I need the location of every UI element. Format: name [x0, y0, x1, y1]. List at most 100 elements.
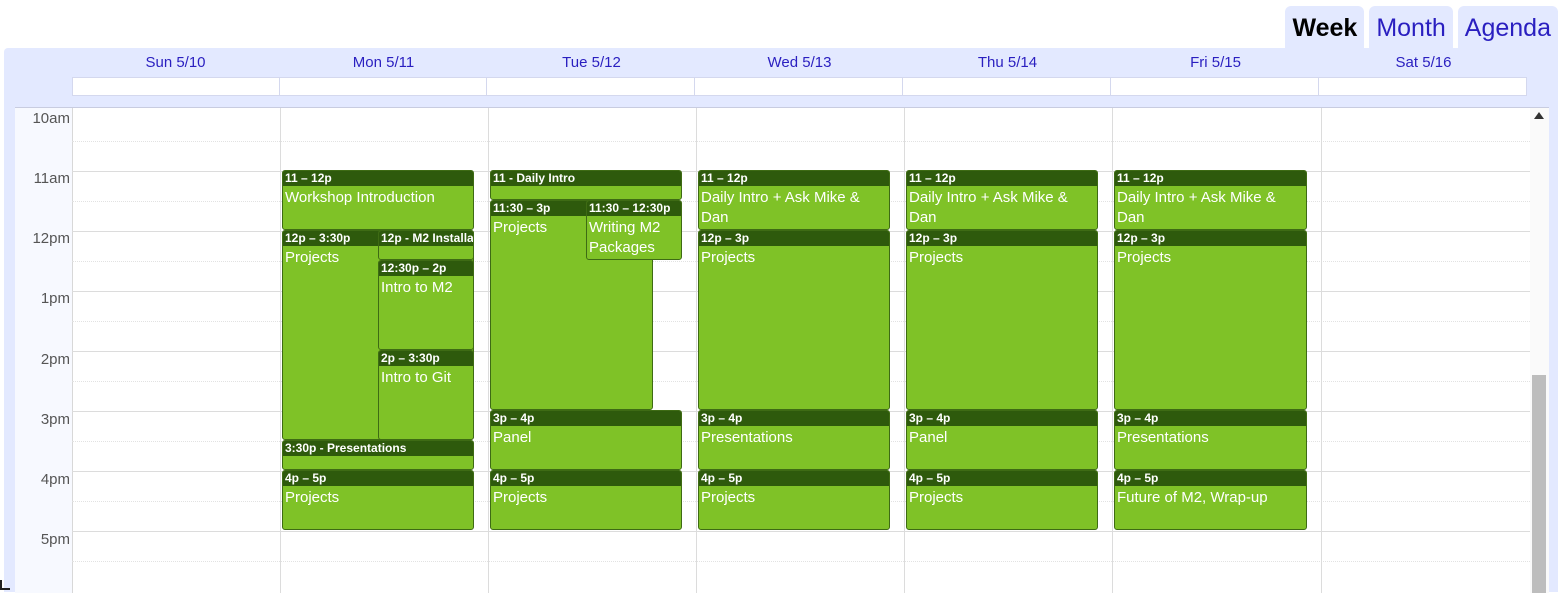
event-time: 11 – 12p: [1115, 171, 1306, 186]
event-daily-intro-ask[interactable]: 11 – 12p Daily Intro + Ask Mike & Dan: [698, 170, 890, 230]
event-presentations[interactable]: 3p – 4p Presentations: [1114, 410, 1307, 470]
event-title: Projects: [285, 489, 340, 506]
event-title: Panel: [493, 429, 532, 446]
event-daily-intro-ask[interactable]: 11 – 12p Daily Intro + Ask Mike & Dan: [1114, 170, 1307, 230]
event-title: Projects: [701, 489, 756, 506]
event-time: 4p – 5p: [907, 471, 1097, 486]
event-title: Daily Intro + Ask Mike & Dan: [909, 189, 1068, 226]
event-time: 11 – 12p: [907, 171, 1097, 186]
event-projects[interactable]: 12p – 3p Projects: [1114, 230, 1307, 410]
event-title: [283, 456, 473, 458]
tab-agenda[interactable]: Agenda: [1457, 6, 1558, 48]
event-time: 12p - M2 Installation: [379, 231, 473, 246]
event-title: Projects: [909, 249, 964, 266]
tab-month[interactable]: Month: [1369, 6, 1453, 48]
event-time: 3:30p - Presentations: [283, 441, 473, 456]
event-time: 4p – 5p: [283, 471, 473, 486]
day-header-fri[interactable]: Fri 5/15: [1112, 54, 1319, 72]
event-projects[interactable]: 4p – 5p Projects: [282, 470, 474, 530]
event-title: Projects: [701, 249, 756, 266]
day-divider: [1321, 108, 1322, 593]
event-time: 3p – 4p: [699, 411, 889, 426]
day-header-sat[interactable]: Sat 5/16: [1320, 54, 1527, 72]
event-time: 3p – 4p: [907, 411, 1097, 426]
all-day-divider: [486, 77, 487, 96]
event-title: Panel: [909, 429, 948, 446]
event-projects[interactable]: 4p – 5p Projects: [490, 470, 682, 530]
day-header-thu[interactable]: Thu 5/14: [904, 54, 1111, 72]
event-title: Projects: [1117, 249, 1172, 266]
event-presentations[interactable]: 3:30p - Presentations: [282, 440, 474, 470]
event-title: Workshop Introduction: [285, 189, 435, 206]
event-time: 12:30p – 2p: [379, 261, 473, 276]
day-divider: [280, 108, 281, 593]
tab-week[interactable]: Week: [1285, 6, 1365, 48]
hour-label: 4pm: [40, 471, 70, 488]
scrollbar-thumb[interactable]: [1532, 375, 1546, 593]
event-title: Projects: [909, 489, 964, 506]
day-header-sun[interactable]: Sun 5/10: [72, 54, 279, 72]
all-day-divider: [279, 77, 280, 96]
event-title: [491, 186, 681, 188]
resize-corner-icon: [0, 580, 10, 590]
event-time: 11 – 12p: [283, 171, 473, 186]
event-daily-intro-ask[interactable]: 11 – 12p Daily Intro + Ask Mike & Dan: [906, 170, 1098, 230]
hour-label: 11am: [33, 170, 70, 187]
event-time: 11 - Daily Intro: [491, 171, 681, 186]
event-writing-m2-packages[interactable]: 11:30 – 12:30p Writing M2 Packages: [586, 200, 682, 260]
event-title: Presentations: [701, 429, 793, 446]
event-presentations[interactable]: 3p – 4p Presentations: [698, 410, 890, 470]
hour-label: 5pm: [40, 531, 70, 548]
event-time: 4p – 5p: [491, 471, 681, 486]
day-divider: [904, 108, 905, 593]
hour-label: 2pm: [40, 351, 70, 368]
event-title: Intro to M2: [381, 279, 453, 296]
event-projects[interactable]: 12p – 3p Projects: [698, 230, 890, 410]
event-time: 4p – 5p: [1115, 471, 1306, 486]
day-divider: [488, 108, 489, 593]
event-future-of-m2[interactable]: 4p – 5p Future of M2, Wrap-up: [1114, 470, 1307, 530]
all-day-divider: [1110, 77, 1111, 96]
event-intro-to-m2[interactable]: 12:30p – 2p Intro to M2: [378, 260, 474, 350]
event-intro-to-git[interactable]: 2p – 3:30p Intro to Git: [378, 350, 474, 440]
half-hour-line: [72, 141, 1530, 142]
event-title: [379, 246, 473, 248]
event-title: Intro to Git: [381, 369, 452, 386]
view-tabs: Week Month Agenda: [1285, 6, 1558, 48]
day-header-mon[interactable]: Mon 5/11: [280, 54, 487, 72]
event-title: Presentations: [1117, 429, 1209, 446]
hour-label: 1pm: [40, 290, 70, 307]
event-time: 3p – 4p: [491, 411, 681, 426]
event-time: 12p – 3p: [699, 231, 889, 246]
hour-line: [72, 531, 1530, 532]
event-projects[interactable]: 12p – 3p Projects: [906, 230, 1098, 410]
day-divider: [1112, 108, 1113, 593]
event-title: Future of M2, Wrap-up: [1117, 489, 1268, 506]
day-header-wed[interactable]: Wed 5/13: [696, 54, 903, 72]
half-hour-line: [72, 561, 1530, 562]
event-daily-intro[interactable]: 11 - Daily Intro: [490, 170, 682, 200]
event-projects[interactable]: 4p – 5p Projects: [906, 470, 1098, 530]
event-title: Writing M2 Packages: [589, 219, 661, 256]
event-m2-installation[interactable]: 12p - M2 Installation: [378, 230, 474, 260]
event-time: 11 – 12p: [699, 171, 889, 186]
event-time: 12p – 3p: [907, 231, 1097, 246]
hour-label: 12pm: [32, 230, 70, 247]
event-panel[interactable]: 3p – 4p Panel: [490, 410, 682, 470]
event-time: 12p – 3p: [1115, 231, 1306, 246]
all-day-row[interactable]: [72, 77, 1527, 96]
event-time: 3p – 4p: [1115, 411, 1306, 426]
day-divider: [696, 108, 697, 593]
event-time: 11:30 – 12:30p: [587, 201, 681, 216]
hour-label: 3pm: [40, 411, 70, 428]
event-title: Daily Intro + Ask Mike & Dan: [1117, 189, 1276, 226]
hour-label: 10am: [32, 110, 70, 127]
all-day-divider: [1318, 77, 1319, 96]
all-day-divider: [694, 77, 695, 96]
event-workshop-introduction[interactable]: 11 – 12p Workshop Introduction: [282, 170, 474, 230]
event-panel[interactable]: 3p – 4p Panel: [906, 410, 1098, 470]
event-projects[interactable]: 4p – 5p Projects: [698, 470, 890, 530]
scroll-up-arrow-icon[interactable]: [1534, 112, 1544, 119]
all-day-divider: [902, 77, 903, 96]
day-header-tue[interactable]: Tue 5/12: [488, 54, 695, 72]
